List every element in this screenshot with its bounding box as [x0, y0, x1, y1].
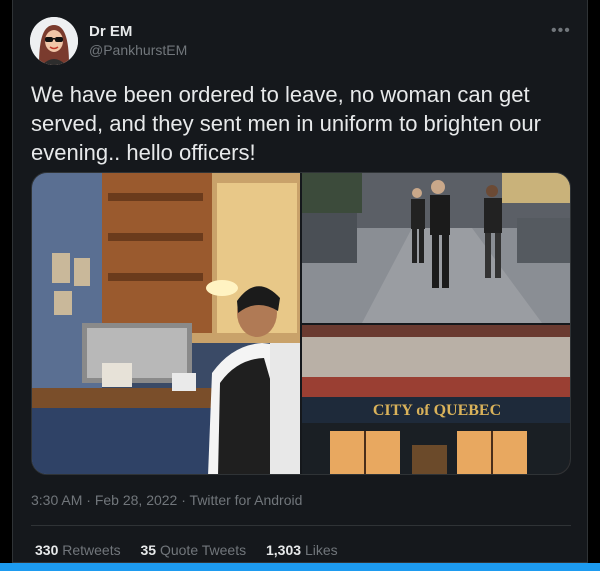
- photo-cafe-interior[interactable]: [32, 173, 300, 474]
- tweet-text: We have been ordered to leave, no woman …: [31, 82, 541, 165]
- divider: [31, 525, 571, 526]
- more-options-icon[interactable]: •••: [551, 22, 570, 40]
- tweet-source[interactable]: Twitter for Android: [190, 492, 303, 508]
- likes-count: 1,303: [266, 542, 302, 558]
- quote-tweets-label: Quote Tweets: [159, 542, 247, 558]
- tweet-time[interactable]: 3:30 AM: [31, 492, 82, 508]
- avatar[interactable]: [30, 17, 78, 65]
- quote-tweets-stat[interactable]: 35 Quote Tweets: [141, 542, 247, 558]
- likes-label: Likes: [304, 542, 338, 558]
- tweet-stats: 330 Retweets 35 Quote Tweets 1,303 Likes: [35, 542, 354, 558]
- retweets-count: 330: [35, 542, 59, 558]
- photo-city-of-quebec-pub[interactable]: CITY of QUEBEC: [302, 325, 570, 474]
- author-name[interactable]: Dr EM: [89, 23, 132, 40]
- quote-tweets-count: 35: [140, 542, 157, 558]
- avatar-illustration-icon: [30, 17, 78, 65]
- retweets-stat[interactable]: 330 Retweets: [35, 542, 121, 558]
- tweet-meta: 3:30 AM · Feb 28, 2022 · Twitter for And…: [31, 492, 302, 508]
- tweet-date[interactable]: Feb 28, 2022: [95, 492, 178, 508]
- media-grid: CITY of QUEBEC: [31, 172, 571, 475]
- retweets-label: Retweets: [62, 542, 121, 558]
- pub-sign-text: CITY of QUEBEC: [373, 402, 501, 419]
- author-handle[interactable]: @PankhurstEM: [89, 42, 187, 58]
- bottom-accent-bar: [0, 563, 600, 571]
- photo-officers-street[interactable]: [302, 173, 570, 323]
- meta-separator: ·: [177, 492, 190, 508]
- likes-stat[interactable]: 1,303 Likes: [266, 542, 338, 558]
- meta-separator: ·: [82, 492, 95, 508]
